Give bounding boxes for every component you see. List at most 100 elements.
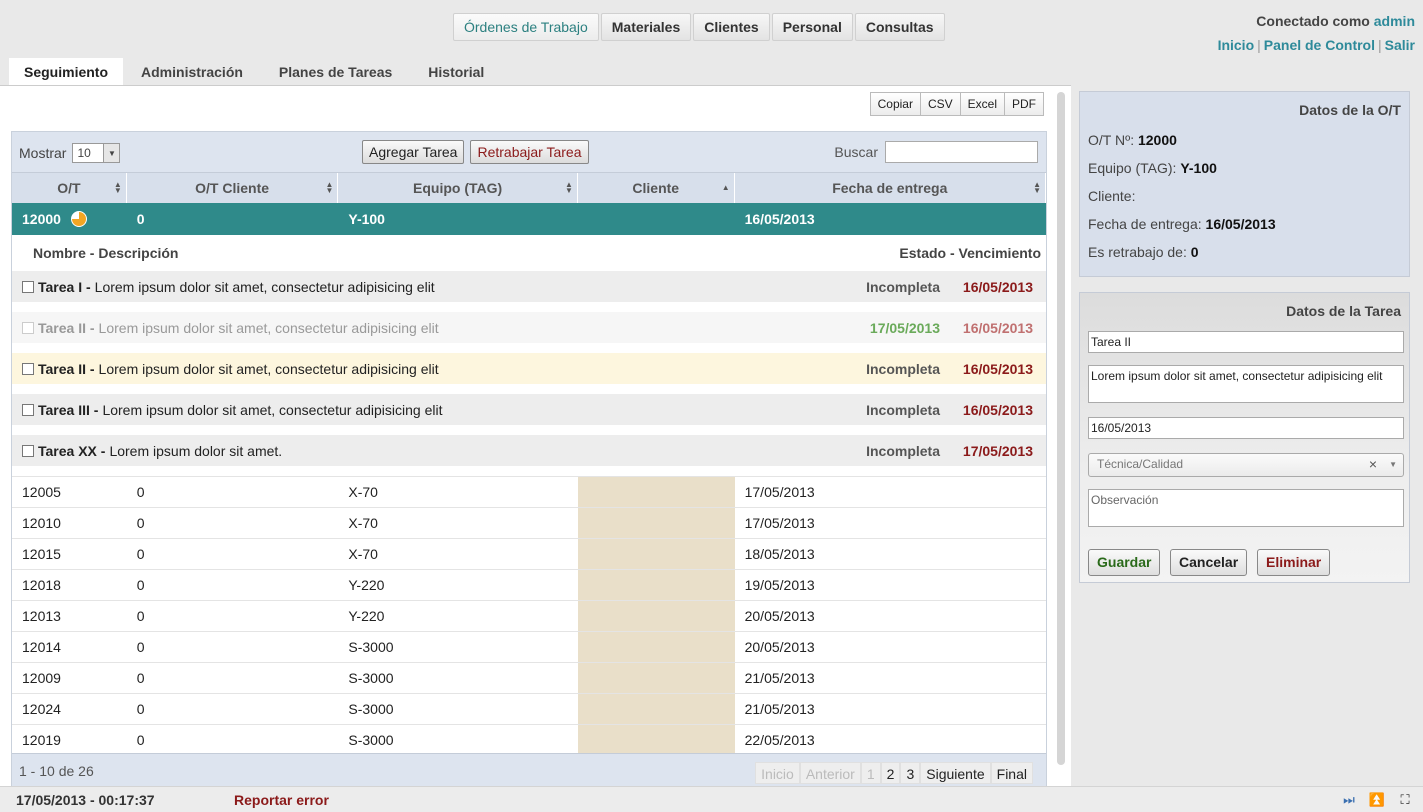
csv-button[interactable]: CSV xyxy=(919,92,961,116)
copy-button[interactable]: Copiar xyxy=(869,92,921,116)
table-row[interactable]: 12019 0 S-3000 22/05/2013 xyxy=(12,724,1046,755)
nav-materiales[interactable]: Materiales xyxy=(600,13,692,41)
panel-title: Datos de la O/T xyxy=(1299,102,1401,118)
column-header-ot[interactable]: O/T ▲ ▼ xyxy=(12,173,127,203)
tab-seguimiento[interactable]: Seguimiento xyxy=(9,58,124,85)
table-row[interactable]: 12013 0 Y-220 20/05/2013 xyxy=(12,600,1046,631)
task-description-field[interactable]: Lorem ipsum dolor sit amet, consectetur … xyxy=(1088,365,1404,403)
cell-ot: 12019 xyxy=(22,732,61,748)
retrabajo-label: Es retrabajo de: xyxy=(1088,244,1187,260)
collapse-up-icon[interactable]: ⏫ xyxy=(1369,792,1385,808)
table-row[interactable]: 12009 0 S-3000 21/05/2013 xyxy=(12,662,1046,693)
table-row[interactable]: 12015 0 X-70 18/05/2013 xyxy=(12,538,1046,569)
pdf-button[interactable]: PDF xyxy=(1004,92,1044,116)
pager-page-1[interactable]: 1 xyxy=(860,762,881,784)
table-row[interactable]: 12024 0 S-3000 21/05/2013 xyxy=(12,693,1046,724)
chevron-down-icon: ▼ xyxy=(1389,460,1397,469)
task-row[interactable]: Tarea II - Lorem ipsum dolor sit amet, co… xyxy=(12,312,1046,343)
cell-ot: 12013 xyxy=(22,608,61,624)
task-row[interactable]: Tarea III - Lorem ipsum dolor sit amet, c… xyxy=(12,394,1046,425)
main-nav: Órdenes de Trabajo Materiales Clientes P… xyxy=(453,13,945,41)
nav-clientes[interactable]: Clientes xyxy=(693,13,770,41)
task-name-field[interactable]: Tarea II xyxy=(1088,331,1404,353)
task-checkbox[interactable] xyxy=(22,362,34,375)
task-name: Tarea XX - xyxy=(38,442,106,459)
table-row[interactable]: 12018 0 Y-220 19/05/2013 xyxy=(12,569,1046,600)
task-description: Lorem ipsum dolor sit amet, consectetur … xyxy=(98,360,439,377)
cell-ot: 12005 xyxy=(22,484,61,500)
cell-ot-cliente: 0 xyxy=(136,546,145,562)
table-row[interactable]: 12014 0 S-3000 20/05/2013 xyxy=(12,631,1046,662)
cell-fecha: 22/05/2013 xyxy=(744,732,815,748)
table-row[interactable]: 12005 0 X-70 17/05/2013 xyxy=(12,476,1046,507)
fullscreen-icon[interactable]: ⛶ xyxy=(1397,792,1413,808)
task-name: Tarea I - xyxy=(38,278,91,295)
sort-both-icon: ▲ ▼ xyxy=(1033,180,1041,195)
tab-administracion[interactable]: Administración xyxy=(123,58,261,85)
rework-task-button[interactable]: Retrabajar Tarea xyxy=(470,140,589,164)
excel-button[interactable]: Excel xyxy=(959,92,1005,116)
tab-planes-de-tareas[interactable]: Planes de Tareas xyxy=(261,58,410,85)
category-value: Técnica/Calidad xyxy=(1097,457,1184,471)
task-checkbox[interactable] xyxy=(22,444,34,457)
cancel-button[interactable]: Cancelar xyxy=(1170,549,1248,576)
observation-field[interactable]: Observación xyxy=(1088,489,1404,527)
column-header-ot-cliente[interactable]: O/T Cliente ▲ ▼ xyxy=(127,173,339,203)
nav-personal[interactable]: Personal xyxy=(771,13,853,41)
task-due-date: 16/05/2013 xyxy=(962,319,1033,336)
pager-prev[interactable]: Anterior xyxy=(799,762,861,784)
separator: | xyxy=(1378,37,1382,53)
nav-consultas[interactable]: Consultas xyxy=(854,13,945,41)
user-box: Conectado como admin Inicio | Panel de Con… xyxy=(1218,9,1415,57)
cliente-line: Cliente: xyxy=(1080,182,1409,210)
cell-fecha: 18/05/2013 xyxy=(744,546,815,562)
search-input[interactable] xyxy=(885,141,1038,163)
salir-link[interactable]: Salir xyxy=(1385,37,1415,53)
cell-fecha: 21/05/2013 xyxy=(744,701,815,717)
tab-historial[interactable]: Historial xyxy=(410,58,502,85)
add-task-button[interactable]: Agregar Tarea xyxy=(362,140,465,164)
task-row[interactable]: Tarea I - Lorem ipsum dolor sit amet, con… xyxy=(12,271,1046,302)
report-error-link[interactable]: Reportar error xyxy=(234,792,329,808)
task-row[interactable]: Tarea II - Lorem ipsum dolor sit amet, co… xyxy=(12,353,1046,384)
column-header-fecha-entrega[interactable]: Fecha de entrega ▲ ▼ xyxy=(735,173,1046,203)
task-row[interactable]: Tarea XX - Lorem ipsum dolor sit amet. Inc… xyxy=(12,435,1046,466)
save-button[interactable]: Guardar xyxy=(1088,549,1161,576)
task-checkbox[interactable] xyxy=(22,280,34,293)
task-date-field[interactable]: 16/05/2013 xyxy=(1088,417,1404,439)
chevron-down-icon: ▼ xyxy=(103,144,120,162)
pager-next[interactable]: Siguiente xyxy=(920,762,991,784)
selected-row[interactable]: 12000 0 Y-100 16/05/2013 xyxy=(12,203,1046,235)
play-end-icon[interactable]: ⏭ xyxy=(1341,792,1357,808)
column-label: O/T xyxy=(57,180,81,196)
datetime: 17/05/2013 - 00:17:37 xyxy=(16,792,155,808)
table-row[interactable]: 12010 0 X-70 17/05/2013 xyxy=(12,507,1046,538)
work-orders-grid: Mostrar 10 ▼ Agregar Tarea Retrabajar Ta… xyxy=(11,131,1047,787)
panel-de-control-link[interactable]: Panel de Control xyxy=(1264,37,1375,53)
cell-ot-cliente: 0 xyxy=(136,484,145,500)
scrollbar-thumb[interactable] xyxy=(1057,92,1065,765)
vertical-scrollbar[interactable] xyxy=(1055,92,1067,782)
pager-last[interactable]: Final xyxy=(990,762,1033,784)
task-checkbox[interactable] xyxy=(22,321,34,334)
pager-page-3[interactable]: 3 xyxy=(900,762,921,784)
clear-icon[interactable]: × xyxy=(1369,456,1377,472)
cell-ot-cliente: 0 xyxy=(136,732,145,748)
delete-button[interactable]: Eliminar xyxy=(1257,549,1331,576)
main-panel: Copiar CSV Excel PDF Mostrar 10 ▼ Agrega… xyxy=(0,85,1071,787)
cell-fecha: 16/05/2013 xyxy=(744,211,815,227)
pager-first[interactable]: Inicio xyxy=(755,762,800,784)
column-header-cliente[interactable]: Cliente ▲ xyxy=(578,173,735,203)
sort-both-icon: ▲ ▼ xyxy=(325,180,334,195)
cell-ot: 12014 xyxy=(22,639,61,655)
username-link[interactable]: admin xyxy=(1374,13,1415,29)
task-checkbox[interactable] xyxy=(22,403,34,416)
nav-ordenes-de-trabajo[interactable]: Órdenes de Trabajo xyxy=(453,13,599,41)
pager-page-2[interactable]: 2 xyxy=(880,762,901,784)
cell-cliente xyxy=(577,477,735,507)
category-select[interactable]: Técnica/Calidad × ▼ xyxy=(1088,453,1404,477)
retrabajo-value: 0 xyxy=(1190,244,1199,260)
column-header-equipo[interactable]: Equipo (TAG) ▲ ▼ xyxy=(338,173,578,203)
page-size-select[interactable]: 10 ▼ xyxy=(72,143,121,163)
inicio-link[interactable]: Inicio xyxy=(1218,37,1255,53)
